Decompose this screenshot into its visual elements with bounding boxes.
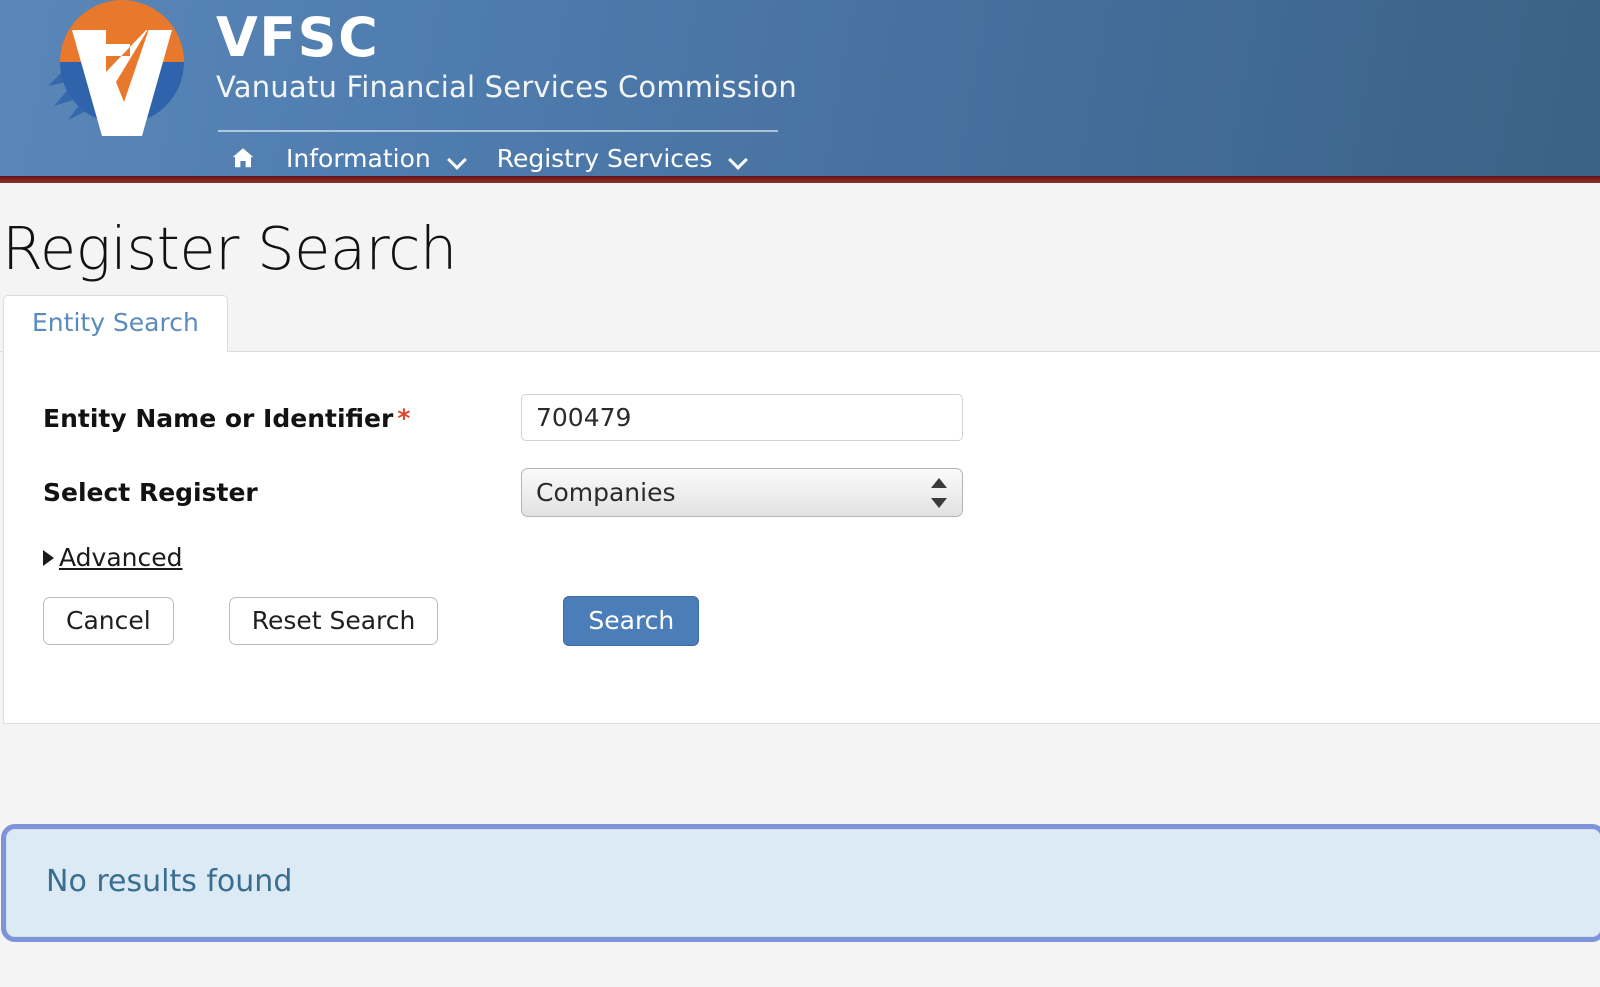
brand-divider [218,130,778,132]
nav-item-registry-services[interactable]: Registry Services [481,136,763,180]
brand: VFSC Vanuatu Financial Services Commissi… [216,8,797,106]
brand-subtitle: Vanuatu Financial Services Commission [216,70,797,104]
no-results-message: No results found [46,864,293,899]
vfsc-logo-icon[interactable] [46,0,198,146]
chevron-down-icon [730,153,746,163]
chevron-down-icon [449,153,465,163]
page-body: Register Search Entity Search Entity Nam… [0,183,1600,942]
stepper-arrows-icon [931,477,947,509]
advanced-toggle[interactable]: Advanced [43,543,183,572]
nav-item-information[interactable]: Information [270,136,481,180]
reset-search-button[interactable]: Reset Search [228,597,439,645]
entity-search-form: Entity Name or Identifier* Select Regist… [3,352,1600,724]
nav-item-home[interactable] [216,136,270,180]
tab-entity-search[interactable]: Entity Search [3,295,228,352]
entity-name-label: Entity Name or Identifier * [43,394,521,438]
cancel-button[interactable]: Cancel [43,597,174,645]
nav-item-registry-services-label: Registry Services [496,143,713,173]
entity-name-label-text: Entity Name or Identifier [43,404,394,433]
collapsed-triangle-icon [43,549,54,566]
field-row-entity-name: Entity Name or Identifier * [4,394,1600,441]
brand-title: VFSC [216,6,380,69]
tab-entity-search-label: Entity Search [32,308,199,337]
nav-item-information-label: Information [286,143,431,173]
select-register-label: Select Register [43,478,258,507]
required-indicator: * [397,404,411,433]
no-results-alert: No results found [1,824,1600,942]
entity-name-input[interactable] [521,394,963,441]
header-accent-bar [0,176,1600,183]
form-buttons: Cancel Reset Search Search [4,596,1600,646]
home-icon [230,145,256,171]
advanced-row: Advanced [4,543,1600,572]
page-title: Register Search [2,214,457,283]
tab-bar: Entity Search [0,295,1600,352]
select-register-dropdown[interactable]: Companies [521,468,963,517]
search-button[interactable]: Search [563,596,700,646]
select-register-value: Companies [536,478,676,507]
field-row-select-register: Select Register Companies [4,468,1600,517]
main-nav: Information Registry Services [216,136,762,180]
content-spacer [0,724,1600,824]
site-header: VFSC Vanuatu Financial Services Commissi… [0,0,1600,183]
advanced-toggle-label: Advanced [59,543,183,572]
